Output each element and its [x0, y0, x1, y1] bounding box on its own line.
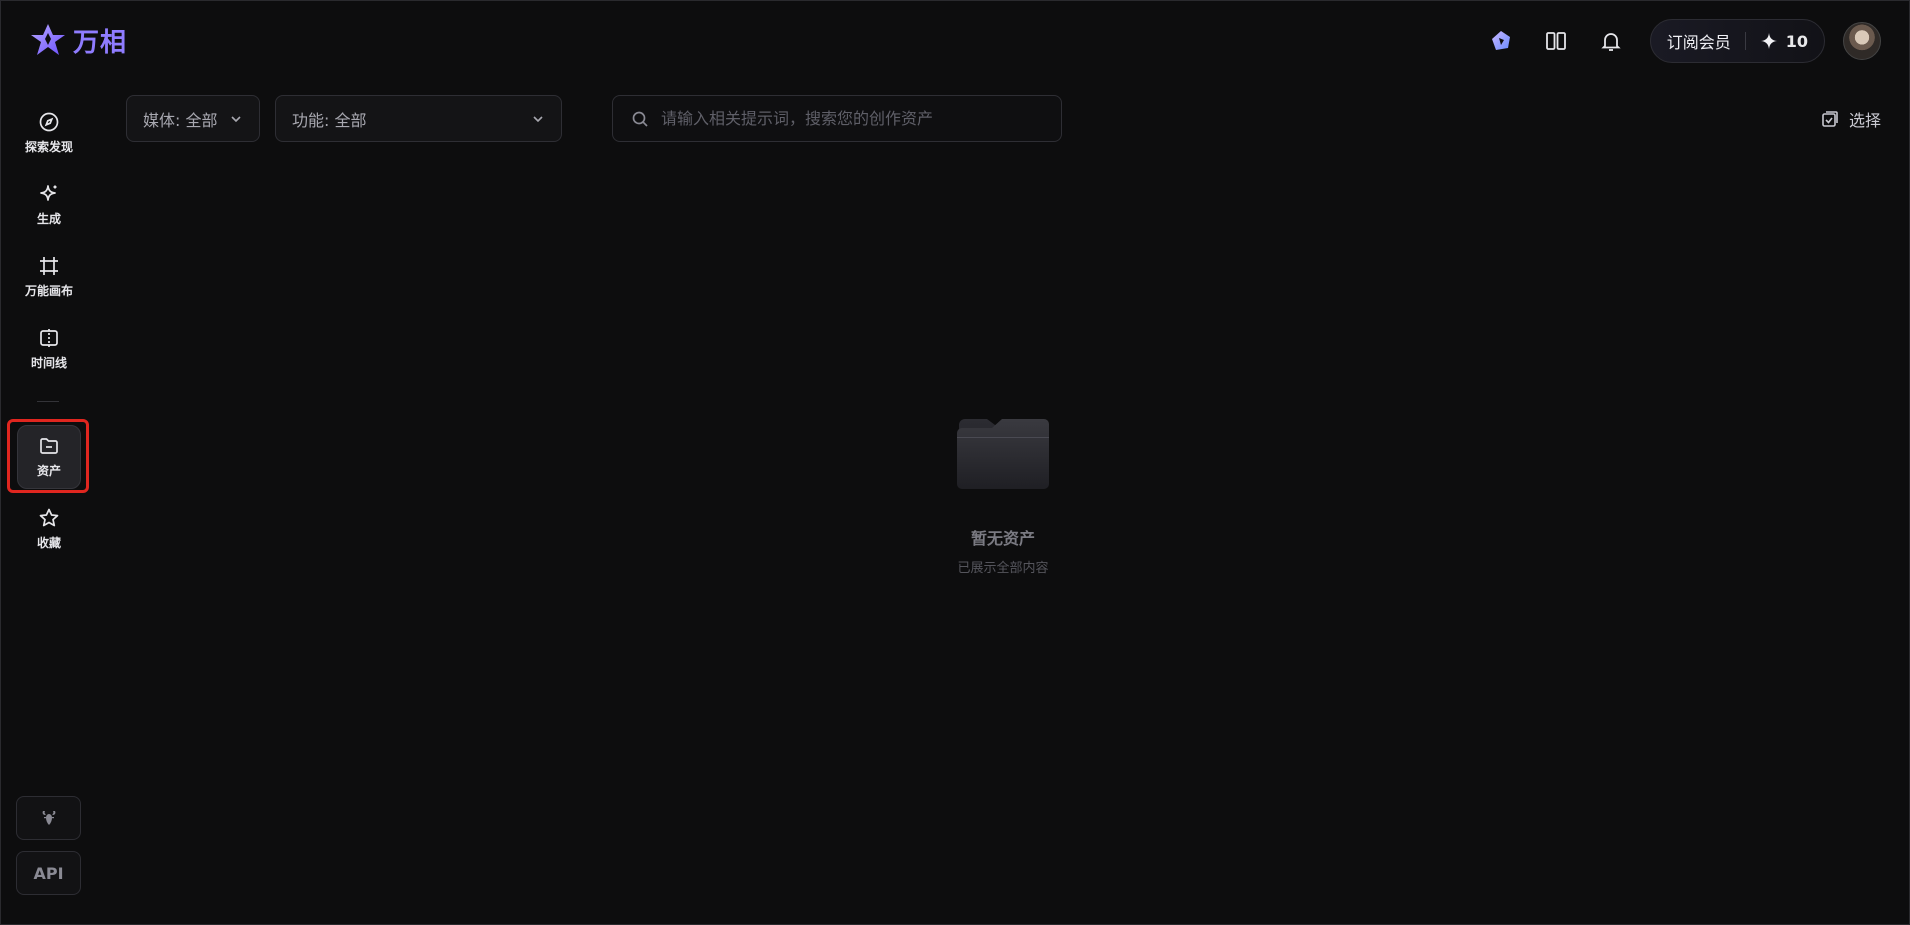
credits-sparkle-icon: [1760, 33, 1777, 49]
avatar[interactable]: [1843, 22, 1881, 60]
header-actions: 订阅会员 10: [1485, 19, 1881, 63]
api-button[interactable]: API: [16, 851, 81, 895]
sidebar-item-timeline[interactable]: 时间线: [17, 317, 81, 381]
lobster-icon: [42, 811, 55, 825]
subscribe-button[interactable]: 订阅会员: [1667, 29, 1731, 53]
empty-folder-icon: [957, 419, 1049, 489]
search-input[interactable]: [661, 109, 1043, 128]
sidebar-item-label: 万能画布: [24, 284, 73, 298]
sidebar-item-assets[interactable]: 资产: [17, 425, 81, 489]
pill-divider: [1744, 32, 1746, 50]
select-button[interactable]: 选择: [1821, 107, 1881, 131]
function-filter-value: 功能: 全部: [292, 110, 367, 130]
mascot-button[interactable]: [16, 796, 81, 840]
app-name: 万相: [73, 27, 128, 58]
wanxiang-logo-icon: [31, 24, 65, 55]
media-filter-select[interactable]: 媒体: 全部: [126, 95, 260, 142]
chevron-down-icon: [231, 115, 241, 122]
credits-button[interactable]: 10: [1760, 32, 1808, 51]
app-window: 万相 订阅会员 10 探索发现 生成 万能画布 时间线 资产 收藏 API 媒体…: [0, 0, 1910, 925]
subscription-pill: 订阅会员 10: [1649, 19, 1825, 63]
sidebar-item-label: 收藏: [36, 536, 61, 550]
multi-select-icon: [1822, 111, 1838, 127]
credits-count: 10: [1785, 31, 1808, 51]
function-filter-select[interactable]: 功能: 全部: [275, 95, 562, 142]
sidebar-item-label: 时间线: [30, 356, 67, 370]
star-icon: [39, 508, 59, 527]
empty-state: 暂无资产 已展示全部内容: [903, 411, 1103, 576]
bell-icon[interactable]: [1595, 25, 1627, 57]
canvas-icon: [40, 257, 58, 275]
sidebar-item-label: 生成: [36, 212, 61, 226]
book-icon[interactable]: [1540, 25, 1572, 57]
app-switch-icon[interactable]: [1485, 25, 1517, 57]
api-label: API: [33, 863, 64, 883]
search-box: [612, 95, 1062, 142]
logo[interactable]: 万相: [29, 21, 127, 59]
sparkle-icon: [40, 185, 57, 201]
timeline-icon: [40, 329, 58, 347]
chevron-down-icon: [533, 115, 543, 122]
folder-icon: [40, 438, 58, 454]
compass-icon: [39, 112, 59, 132]
sidebar-item-generate[interactable]: 生成: [17, 173, 81, 237]
media-filter-value: 媒体: 全部: [143, 110, 218, 130]
sidebar-item-label: 资产: [36, 464, 61, 478]
sidebar-item-favorites[interactable]: 收藏: [17, 497, 81, 561]
select-label: 选择: [1848, 111, 1881, 130]
sidebar-item-explore[interactable]: 探索发现: [17, 101, 81, 165]
empty-title: 暂无资产: [970, 529, 1035, 548]
sidebar-divider: [37, 401, 59, 402]
empty-subtitle: 已展示全部内容: [957, 561, 1049, 576]
sidebar-item-label: 探索发现: [24, 140, 73, 154]
sidebar-item-canvas[interactable]: 万能画布: [17, 245, 81, 309]
search-icon: [632, 111, 648, 127]
